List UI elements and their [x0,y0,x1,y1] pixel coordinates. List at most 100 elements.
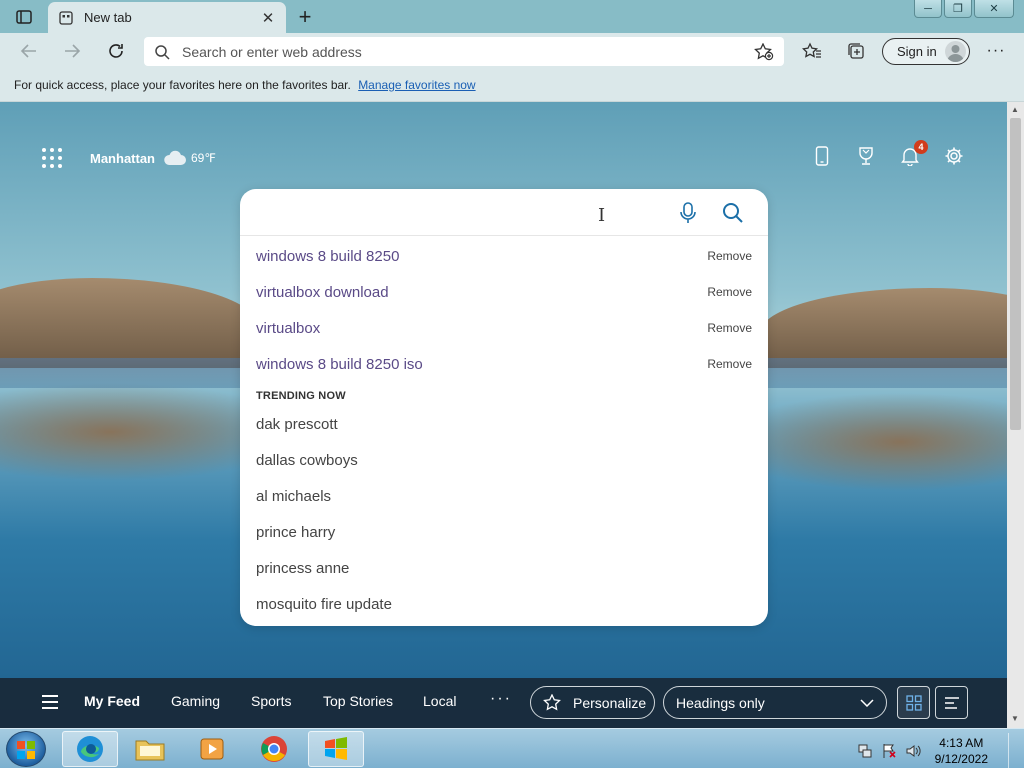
weather-temperature[interactable]: 69℉ [191,151,216,165]
start-button[interactable] [6,731,46,767]
search-suggestions-panel: I windows 8 build 8250 Remove virtualbox… [240,189,768,626]
tab-close-icon[interactable]: ✕ [260,10,276,27]
scroll-up-icon[interactable]: ▲ [1011,105,1019,114]
cloud-icon [164,150,186,165]
personalize-sparkle-icon [543,693,561,711]
show-desktop-button[interactable] [1008,733,1018,768]
add-favorite-icon[interactable] [754,42,774,61]
trending-item[interactable]: dallas cowboys [256,442,358,478]
address-bar[interactable]: Search or enter web address [144,37,784,66]
text-cursor-icon: I [598,205,606,226]
forward-button[interactable] [57,37,87,65]
feed-tab-gaming[interactable]: Gaming [171,693,220,709]
menu-icon[interactable] [42,695,58,709]
weather-location[interactable]: Manhattan [90,151,155,166]
chevron-down-icon [860,698,874,707]
favorites-icon [802,42,821,58]
grid-view-button[interactable] [897,686,930,719]
notifications-button[interactable]: 4 [898,140,928,168]
feed-tab-top-stories[interactable]: Top Stories [323,693,393,709]
new-tab-page: Manhattan 69℉ 4 I windows 8 build 8250 R… [0,102,1007,728]
layout-select[interactable]: Headings only [663,686,887,719]
media-player-icon [200,738,224,760]
remove-button[interactable]: Remove [707,321,752,335]
forward-arrow-icon [65,44,81,58]
action-center-flag-icon[interactable] [881,743,897,759]
sign-in-button[interactable]: Sign in [882,38,970,65]
favorites-bar-message: For quick access, place your favorites h… [14,78,351,92]
background-hill [0,278,260,368]
clock-time: 4:13 AM [939,736,984,750]
taskbar-edge[interactable] [62,731,118,767]
recent-search-item[interactable]: virtualbox Remove [256,310,752,346]
trending-item[interactable]: dak prescott [256,406,338,442]
weather-area: Manhattan 69℉ [42,148,216,168]
recent-search-query[interactable]: windows 8 build 8250 [256,248,399,265]
chrome-icon [261,736,287,762]
trending-item[interactable]: prince harry [256,514,335,550]
close-window-button[interactable]: ✕ [974,0,1014,18]
manage-favorites-link[interactable]: Manage favorites now [358,78,475,92]
browser-toolbar: Search or enter web address Sign in ··· [0,33,1024,69]
favorites-button[interactable] [798,38,826,64]
recent-search-query[interactable]: windows 8 build 8250 iso [256,356,423,373]
taskbar-windows-media[interactable] [308,731,364,767]
personalize-button[interactable]: Personalize [530,686,655,719]
taskbar-chrome[interactable] [246,731,302,767]
trophy-icon [859,147,873,165]
trending-item[interactable]: mosquito fire update [256,586,392,622]
trending-heading: TRENDING NOW [256,390,346,402]
refresh-button[interactable] [101,37,131,65]
maximize-button[interactable]: ❐ [944,0,972,18]
new-tab-page-icon [58,10,74,26]
volume-icon[interactable] [905,743,921,759]
recent-search-item[interactable]: windows 8 build 8250 iso Remove [256,346,752,382]
back-button[interactable] [14,37,44,65]
rewards-button[interactable] [854,144,878,168]
gear-icon [945,147,963,165]
sign-in-label: Sign in [897,44,937,59]
network-icon[interactable] [857,743,873,759]
feed-tab-sports[interactable]: Sports [251,693,291,709]
recent-search-item[interactable]: windows 8 build 8250 Remove [256,238,752,274]
taskbar-explorer[interactable] [122,731,178,767]
folder-icon [135,740,165,761]
feed-tab-local[interactable]: Local [423,693,456,709]
taskbar-media-player[interactable] [184,731,240,767]
remove-button[interactable]: Remove [707,249,752,263]
tab-actions-button[interactable] [10,6,38,28]
new-tab-button[interactable]: + [292,4,318,29]
scroll-down-icon[interactable]: ▼ [1011,714,1019,723]
background-hill [760,288,1007,368]
remove-button[interactable]: Remove [707,285,752,299]
trending-item[interactable]: princess anne [256,550,349,586]
recent-search-item[interactable]: virtualbox download Remove [256,274,752,310]
personalize-label: Personalize [573,694,647,711]
web-search-input[interactable]: I [240,189,768,236]
list-view-button[interactable] [935,686,968,719]
taskbar-clock[interactable]: 4:13 AM 9/12/2022 [935,735,988,767]
scroll-thumb[interactable] [1010,118,1021,430]
more-feed-tabs-button[interactable]: ··· [490,690,512,708]
recent-search-query[interactable]: virtualbox [256,320,320,337]
collections-button[interactable] [842,38,870,64]
recent-search-query[interactable]: virtualbox download [256,284,389,301]
search-submit-icon[interactable] [721,201,745,225]
phone-button[interactable] [810,144,834,168]
tab-new-tab[interactable]: New tab ✕ [48,2,286,33]
title-bar: New tab ✕ + ─ ❐ ✕ [0,0,1024,33]
search-icon [155,44,170,60]
settings-and-more-button[interactable]: ··· [982,38,1010,64]
page-settings-button[interactable] [942,144,966,168]
minimize-button[interactable]: ─ [914,0,942,18]
microphone-icon[interactable] [677,201,699,225]
app-launcher-icon[interactable] [42,148,62,168]
page-actions: 4 [810,140,966,168]
list-view-icon [944,696,959,709]
trending-item[interactable]: al michaels [256,478,331,514]
feed-tab-my-feed[interactable]: My Feed [84,693,140,709]
remove-button[interactable]: Remove [707,357,752,371]
page-scrollbar[interactable]: ▲ ▼ [1007,102,1024,728]
back-arrow-icon [20,44,36,58]
address-bar-placeholder: Search or enter web address [182,43,362,60]
